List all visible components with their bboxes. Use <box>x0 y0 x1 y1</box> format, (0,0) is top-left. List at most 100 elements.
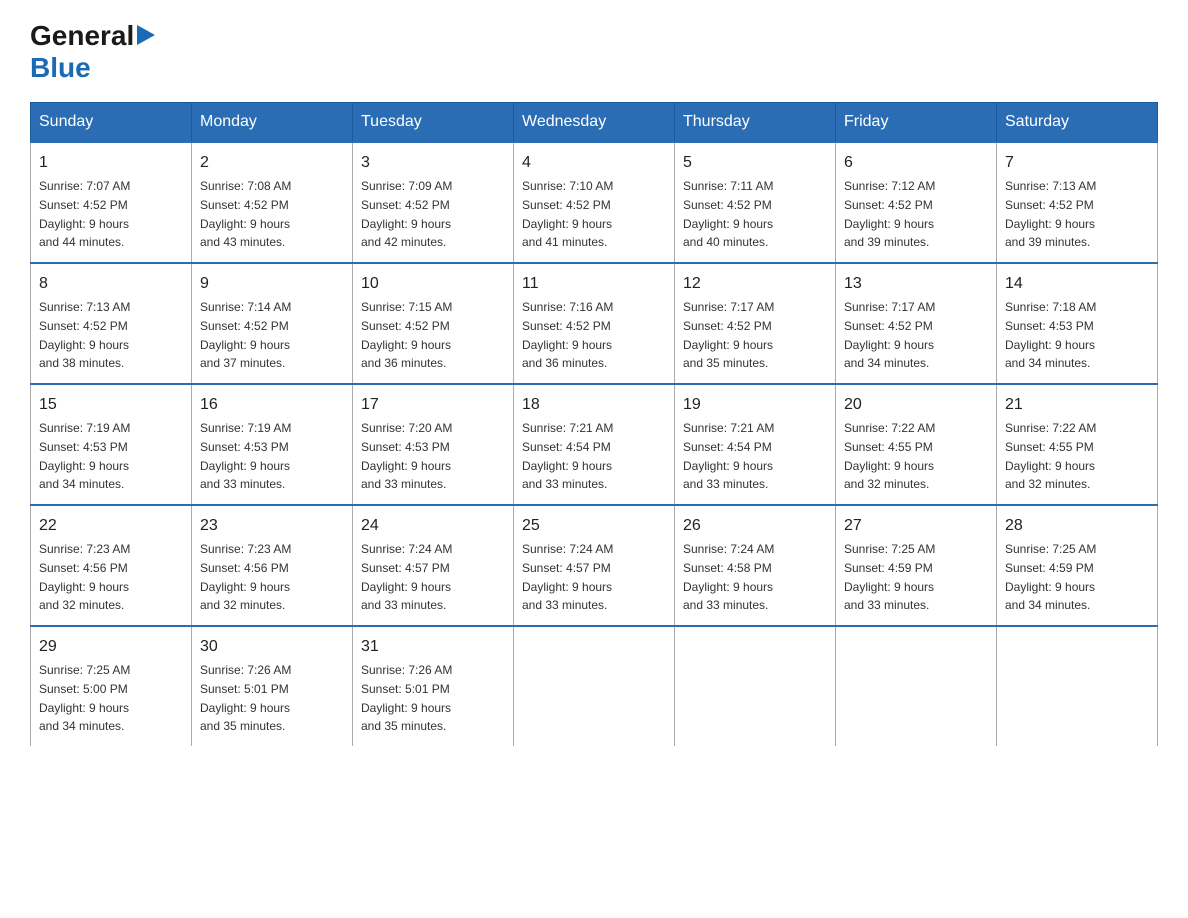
calendar-day-cell: 9 Sunrise: 7:14 AMSunset: 4:52 PMDaylight… <box>192 263 353 384</box>
day-info: Sunrise: 7:17 AMSunset: 4:52 PMDaylight:… <box>844 300 935 370</box>
day-number: 11 <box>522 272 666 296</box>
day-number: 23 <box>200 514 344 538</box>
calendar-day-cell: 16 Sunrise: 7:19 AMSunset: 4:53 PMDayligh… <box>192 384 353 505</box>
calendar-header-row: Sunday Monday Tuesday Wednesday Thursday… <box>31 103 1158 143</box>
day-info: Sunrise: 7:13 AMSunset: 4:52 PMDaylight:… <box>39 300 130 370</box>
day-number: 1 <box>39 151 183 175</box>
calendar-day-cell: 7 Sunrise: 7:13 AMSunset: 4:52 PMDaylight… <box>997 142 1158 263</box>
calendar-day-cell: 5 Sunrise: 7:11 AMSunset: 4:52 PMDaylight… <box>675 142 836 263</box>
calendar-day-cell: 13 Sunrise: 7:17 AMSunset: 4:52 PMDayligh… <box>836 263 997 384</box>
calendar-day-cell: 25 Sunrise: 7:24 AMSunset: 4:57 PMDayligh… <box>514 505 675 626</box>
logo: General Blue <box>30 20 155 84</box>
calendar-day-cell: 8Sunrise: 7:13 AMSunset: 4:52 PMDaylight… <box>31 263 192 384</box>
day-number: 28 <box>1005 514 1149 538</box>
calendar-day-cell: 27 Sunrise: 7:25 AMSunset: 4:59 PMDayligh… <box>836 505 997 626</box>
calendar-week-row: 1 Sunrise: 7:07 AMSunset: 4:52 PMDaylight… <box>31 142 1158 263</box>
logo-blue-text: Blue <box>30 52 91 83</box>
day-number: 6 <box>844 151 988 175</box>
calendar-day-cell: 24 Sunrise: 7:24 AMSunset: 4:57 PMDayligh… <box>353 505 514 626</box>
calendar-day-cell: 17 Sunrise: 7:20 AMSunset: 4:53 PMDayligh… <box>353 384 514 505</box>
calendar-day-cell: 6Sunrise: 7:12 AMSunset: 4:52 PMDaylight… <box>836 142 997 263</box>
day-info: Sunrise: 7:23 AMSunset: 4:56 PMDaylight:… <box>200 542 291 612</box>
day-number: 17 <box>361 393 505 417</box>
header-monday: Monday <box>192 103 353 143</box>
header-tuesday: Tuesday <box>353 103 514 143</box>
calendar-day-cell: 3 Sunrise: 7:09 AMSunset: 4:52 PMDaylight… <box>353 142 514 263</box>
day-number: 20 <box>844 393 988 417</box>
day-number: 12 <box>683 272 827 296</box>
header-thursday: Thursday <box>675 103 836 143</box>
day-number: 4 <box>522 151 666 175</box>
day-number: 26 <box>683 514 827 538</box>
day-info: Sunrise: 7:23 AMSunset: 4:56 PMDaylight:… <box>39 542 130 612</box>
day-number: 21 <box>1005 393 1149 417</box>
calendar-day-cell: 15Sunrise: 7:19 AMSunset: 4:53 PMDayligh… <box>31 384 192 505</box>
day-info: Sunrise: 7:17 AMSunset: 4:52 PMDaylight:… <box>683 300 774 370</box>
day-info: Sunrise: 7:15 AMSunset: 4:52 PMDaylight:… <box>361 300 452 370</box>
day-info: Sunrise: 7:20 AMSunset: 4:53 PMDaylight:… <box>361 421 452 491</box>
day-info: Sunrise: 7:22 AMSunset: 4:55 PMDaylight:… <box>844 421 935 491</box>
calendar-day-cell: 29 Sunrise: 7:25 AMSunset: 5:00 PMDayligh… <box>31 626 192 746</box>
header-sunday: Sunday <box>31 103 192 143</box>
day-number: 10 <box>361 272 505 296</box>
calendar-day-cell: 28 Sunrise: 7:25 AMSunset: 4:59 PMDayligh… <box>997 505 1158 626</box>
day-number: 30 <box>200 635 344 659</box>
day-info: Sunrise: 7:16 AMSunset: 4:52 PMDaylight:… <box>522 300 613 370</box>
day-number: 24 <box>361 514 505 538</box>
day-number: 16 <box>200 393 344 417</box>
day-info: Sunrise: 7:24 AMSunset: 4:57 PMDaylight:… <box>361 542 452 612</box>
header-wednesday: Wednesday <box>514 103 675 143</box>
day-info: Sunrise: 7:21 AMSunset: 4:54 PMDaylight:… <box>522 421 613 491</box>
header-friday: Friday <box>836 103 997 143</box>
day-number: 29 <box>39 635 183 659</box>
calendar-day-cell: 31Sunrise: 7:26 AMSunset: 5:01 PMDayligh… <box>353 626 514 746</box>
day-number: 14 <box>1005 272 1149 296</box>
day-info: Sunrise: 7:14 AMSunset: 4:52 PMDaylight:… <box>200 300 291 370</box>
day-info: Sunrise: 7:19 AMSunset: 4:53 PMDaylight:… <box>200 421 291 491</box>
calendar-week-row: 22 Sunrise: 7:23 AMSunset: 4:56 PMDayligh… <box>31 505 1158 626</box>
header-saturday: Saturday <box>997 103 1158 143</box>
calendar-day-cell: 19Sunrise: 7:21 AMSunset: 4:54 PMDayligh… <box>675 384 836 505</box>
day-info: Sunrise: 7:09 AMSunset: 4:52 PMDaylight:… <box>361 179 452 249</box>
day-number: 19 <box>683 393 827 417</box>
logo-arrow-icon <box>137 25 155 50</box>
day-number: 13 <box>844 272 988 296</box>
day-info: Sunrise: 7:18 AMSunset: 4:53 PMDaylight:… <box>1005 300 1096 370</box>
calendar-day-cell <box>514 626 675 746</box>
day-info: Sunrise: 7:07 AMSunset: 4:52 PMDaylight:… <box>39 179 130 249</box>
calendar-day-cell: 2Sunrise: 7:08 AMSunset: 4:52 PMDaylight… <box>192 142 353 263</box>
day-info: Sunrise: 7:13 AMSunset: 4:52 PMDaylight:… <box>1005 179 1096 249</box>
day-number: 27 <box>844 514 988 538</box>
day-number: 22 <box>39 514 183 538</box>
calendar-day-cell <box>836 626 997 746</box>
calendar-day-cell <box>675 626 836 746</box>
day-info: Sunrise: 7:25 AMSunset: 5:00 PMDaylight:… <box>39 663 130 733</box>
day-number: 25 <box>522 514 666 538</box>
calendar-day-cell: 18 Sunrise: 7:21 AMSunset: 4:54 PMDayligh… <box>514 384 675 505</box>
day-info: Sunrise: 7:25 AMSunset: 4:59 PMDaylight:… <box>1005 542 1096 612</box>
calendar-day-cell: 21 Sunrise: 7:22 AMSunset: 4:55 PMDayligh… <box>997 384 1158 505</box>
day-info: Sunrise: 7:10 AMSunset: 4:52 PMDaylight:… <box>522 179 613 249</box>
calendar-day-cell: 10 Sunrise: 7:15 AMSunset: 4:52 PMDayligh… <box>353 263 514 384</box>
calendar-day-cell: 12 Sunrise: 7:17 AMSunset: 4:52 PMDayligh… <box>675 263 836 384</box>
calendar-day-cell: 20 Sunrise: 7:22 AMSunset: 4:55 PMDayligh… <box>836 384 997 505</box>
day-info: Sunrise: 7:11 AMSunset: 4:52 PMDaylight:… <box>683 179 774 249</box>
day-number: 3 <box>361 151 505 175</box>
calendar-day-cell: 26 Sunrise: 7:24 AMSunset: 4:58 PMDayligh… <box>675 505 836 626</box>
day-info: Sunrise: 7:26 AMSunset: 5:01 PMDaylight:… <box>361 663 452 733</box>
day-info: Sunrise: 7:19 AMSunset: 4:53 PMDaylight:… <box>39 421 130 491</box>
day-number: 5 <box>683 151 827 175</box>
day-info: Sunrise: 7:08 AMSunset: 4:52 PMDaylight:… <box>200 179 291 249</box>
day-info: Sunrise: 7:24 AMSunset: 4:58 PMDaylight:… <box>683 542 774 612</box>
calendar-day-cell: 22 Sunrise: 7:23 AMSunset: 4:56 PMDayligh… <box>31 505 192 626</box>
day-number: 18 <box>522 393 666 417</box>
calendar-day-cell: 30Sunrise: 7:26 AMSunset: 5:01 PMDayligh… <box>192 626 353 746</box>
day-number: 9 <box>200 272 344 296</box>
day-info: Sunrise: 7:24 AMSunset: 4:57 PMDaylight:… <box>522 542 613 612</box>
day-number: 7 <box>1005 151 1149 175</box>
page-header: General Blue <box>30 20 1158 84</box>
calendar-day-cell: 4 Sunrise: 7:10 AMSunset: 4:52 PMDaylight… <box>514 142 675 263</box>
calendar-week-row: 29 Sunrise: 7:25 AMSunset: 5:00 PMDayligh… <box>31 626 1158 746</box>
day-info: Sunrise: 7:22 AMSunset: 4:55 PMDaylight:… <box>1005 421 1096 491</box>
day-info: Sunrise: 7:25 AMSunset: 4:59 PMDaylight:… <box>844 542 935 612</box>
